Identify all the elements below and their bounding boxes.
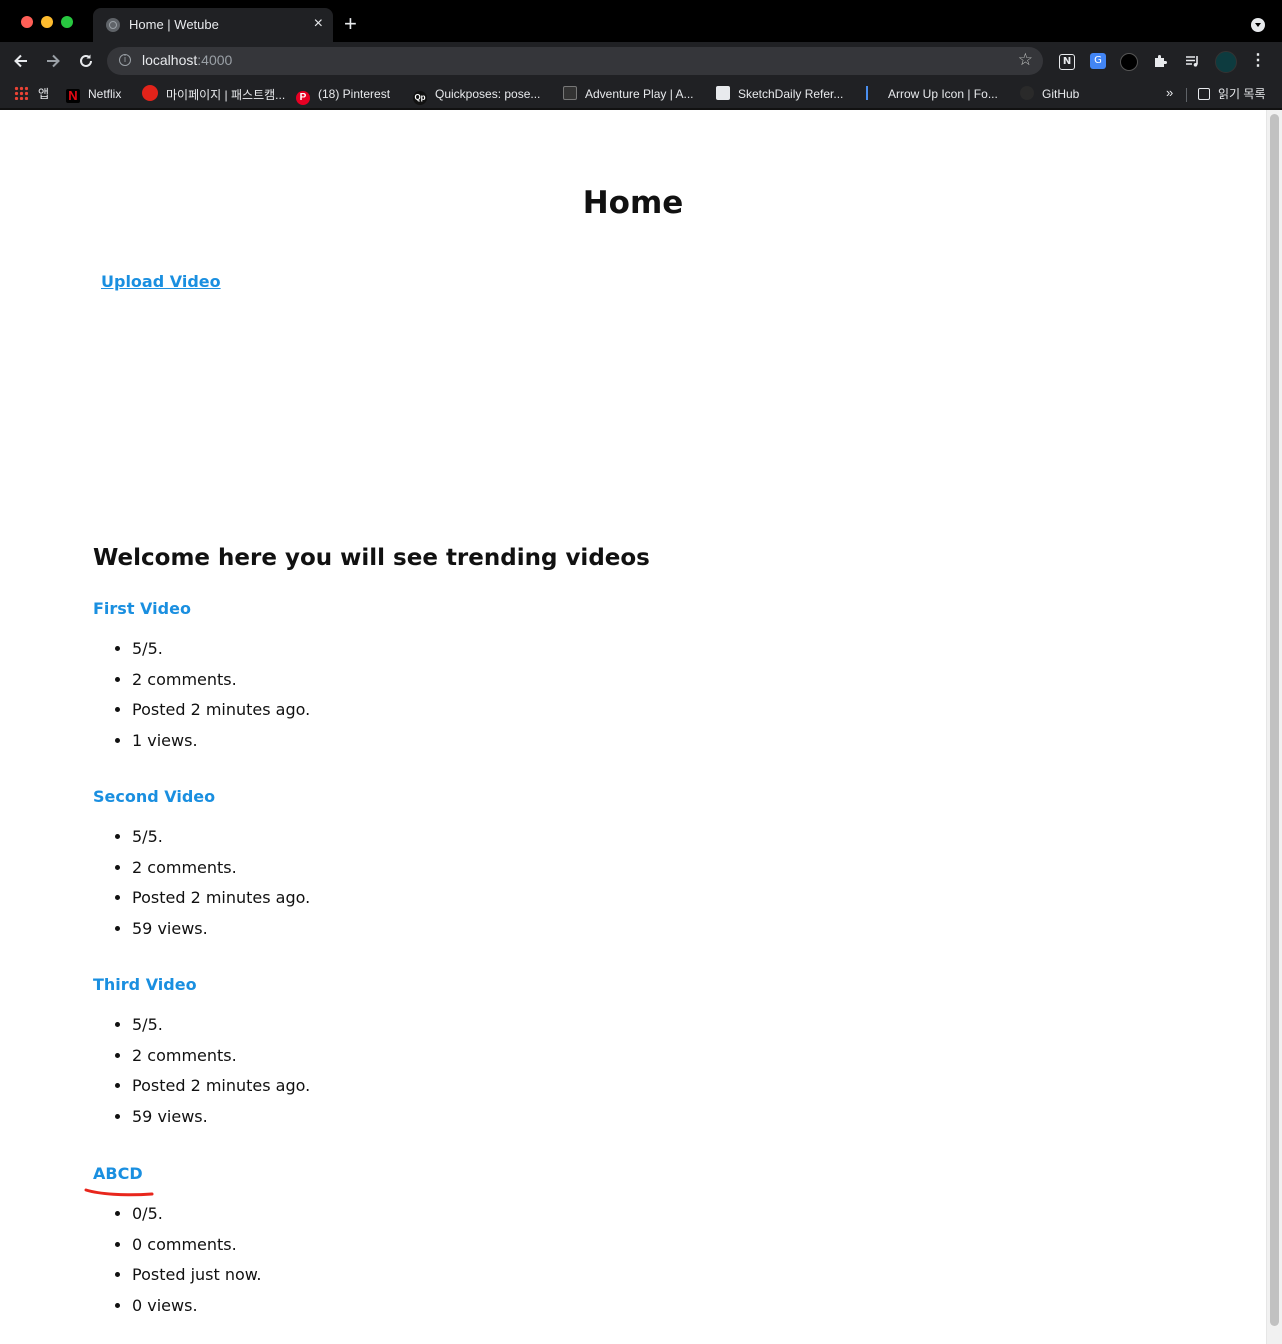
video-posted: Posted 2 minutes ago. bbox=[132, 698, 310, 729]
video-rating: 5/5. bbox=[132, 1013, 310, 1044]
video-title-link[interactable]: ABCD bbox=[93, 1164, 143, 1183]
minimize-window-button[interactable] bbox=[41, 16, 53, 28]
bookmark-apps[interactable]: 앱 bbox=[14, 85, 49, 103]
globe-icon bbox=[106, 18, 120, 32]
extensions-puzzle-icon[interactable] bbox=[1151, 51, 1171, 71]
github-icon bbox=[1020, 86, 1034, 100]
arrow-left-icon bbox=[14, 54, 27, 68]
more-menu-icon[interactable]: ⋮ bbox=[1250, 50, 1266, 72]
ninja-extension-icon[interactable] bbox=[1120, 53, 1138, 71]
scrollbar-thumb[interactable] bbox=[1270, 114, 1279, 1326]
video-posted: Posted 2 minutes ago. bbox=[132, 1074, 310, 1105]
fastcampus-icon bbox=[142, 85, 158, 101]
reading-list-icon bbox=[1198, 88, 1210, 100]
trending-heading: Welcome here you will see trending video… bbox=[93, 545, 650, 571]
video-title-link[interactable]: Third Video bbox=[93, 975, 197, 994]
arrow-right-icon bbox=[47, 54, 60, 68]
video-item: First Video 5/5. 2 comments. Posted 2 mi… bbox=[93, 599, 310, 750]
page-content: Home Upload Video Welcome here you will … bbox=[0, 110, 1266, 1344]
page-scrollbar[interactable] bbox=[1266, 110, 1282, 1344]
video-rating: 5/5. bbox=[132, 637, 310, 668]
apps-grid-icon bbox=[14, 86, 28, 100]
red-annotation-underline bbox=[84, 1188, 154, 1197]
video-views: 59 views. bbox=[132, 917, 310, 948]
maximize-window-button[interactable] bbox=[61, 16, 73, 28]
tab-active[interactable]: Home | Wetube × bbox=[93, 8, 333, 42]
back-button[interactable] bbox=[8, 48, 34, 74]
info-icon[interactable]: i bbox=[119, 54, 131, 66]
tab-strip: Home | Wetube × + bbox=[0, 0, 1282, 42]
bookmarks-divider bbox=[1186, 88, 1187, 102]
video-title-link[interactable]: Second Video bbox=[93, 787, 215, 806]
video-comments: 2 comments. bbox=[132, 856, 310, 887]
quickposes-icon: Qp bbox=[413, 91, 427, 105]
forward-button[interactable] bbox=[40, 48, 66, 74]
profile-avatar[interactable] bbox=[1215, 51, 1237, 73]
video-item: Third Video 5/5. 2 comments. Posted 2 mi… bbox=[93, 975, 310, 1126]
video-views: 59 views. bbox=[132, 1105, 310, 1136]
video-views: 1 views. bbox=[132, 729, 310, 760]
address-bar[interactable]: i localhost:4000 ☆ bbox=[107, 47, 1043, 75]
video-meta-list: 5/5. 2 comments. Posted 2 minutes ago. 1… bbox=[93, 637, 310, 759]
video-posted: Posted just now. bbox=[132, 1263, 261, 1294]
close-window-button[interactable] bbox=[21, 16, 33, 28]
tab-search-icon[interactable] bbox=[1251, 18, 1265, 32]
bookmark-star-icon[interactable]: ☆ bbox=[1018, 50, 1033, 70]
netflix-icon: N bbox=[66, 89, 80, 103]
browser-chrome: Home | Wetube × + i localhost:4000 ☆ N G bbox=[0, 0, 1282, 110]
tab-close-button[interactable]: × bbox=[314, 14, 323, 34]
video-title-link[interactable]: First Video bbox=[93, 599, 191, 618]
notion-extension-icon[interactable]: N bbox=[1059, 54, 1075, 70]
bookmark-netflix[interactable]: N Netflix bbox=[66, 85, 121, 103]
new-tab-button[interactable]: + bbox=[344, 11, 357, 37]
video-meta-list: 0/5. 0 comments. Posted just now. 0 view… bbox=[93, 1202, 261, 1324]
video-meta-list: 5/5. 2 comments. Posted 2 minutes ago. 5… bbox=[93, 825, 310, 947]
page-title: Home bbox=[582, 185, 684, 221]
media-control-icon[interactable] bbox=[1183, 51, 1203, 71]
bookmark-github[interactable]: GitHub bbox=[1020, 85, 1079, 103]
video-meta-list: 5/5. 2 comments. Posted 2 minutes ago. 5… bbox=[93, 1013, 310, 1135]
bookmark-quickposes[interactable]: Qp Quickposes: pose... bbox=[413, 85, 540, 105]
reload-icon bbox=[80, 54, 92, 67]
video-item: Second Video 5/5. 2 comments. Posted 2 m… bbox=[93, 787, 310, 938]
reading-list-button[interactable]: 읽기 목록 bbox=[1198, 85, 1266, 103]
video-item: ABCD 0/5. 0 comments. Posted just now. 0… bbox=[93, 1164, 261, 1315]
bookmark-adventure-play[interactable]: Adventure Play | A... bbox=[563, 85, 694, 103]
url-text: localhost:4000 bbox=[142, 52, 233, 68]
video-rating: 5/5. bbox=[132, 825, 310, 856]
bookmarks-bar: 앱 N Netflix 마이페이지 | 패스트캠... P (18) Pintere… bbox=[0, 80, 1282, 108]
reload-button[interactable] bbox=[73, 48, 99, 74]
video-views: 0 views. bbox=[132, 1294, 261, 1325]
video-rating: 0/5. bbox=[132, 1202, 261, 1233]
upload-video-link[interactable]: Upload Video bbox=[101, 272, 221, 291]
browser-toolbar: i localhost:4000 ☆ N G ⋮ bbox=[0, 42, 1282, 80]
video-comments: 2 comments. bbox=[132, 668, 310, 699]
bookmark-sketchdaily[interactable]: SketchDaily Refer... bbox=[716, 85, 843, 103]
bookmark-pinterest[interactable]: P (18) Pinterest bbox=[296, 85, 390, 105]
bookmark-arrow-up-icon[interactable]: Arrow Up Icon | Fo... bbox=[866, 85, 998, 103]
video-comments: 0 comments. bbox=[132, 1233, 261, 1264]
sketchdaily-icon bbox=[716, 86, 730, 100]
flag-icon bbox=[866, 86, 880, 100]
tab-title: Home | Wetube bbox=[129, 17, 219, 32]
video-posted: Posted 2 minutes ago. bbox=[132, 886, 310, 917]
bookmarks-overflow-button[interactable]: » bbox=[1166, 85, 1173, 100]
adventure-play-icon bbox=[563, 86, 577, 100]
bookmark-fastcampus[interactable]: 마이페이지 | 패스트캠... bbox=[142, 85, 285, 103]
pinterest-icon: P bbox=[296, 91, 310, 105]
translate-extension-icon[interactable]: G bbox=[1090, 53, 1106, 69]
video-comments: 2 comments. bbox=[132, 1044, 310, 1075]
